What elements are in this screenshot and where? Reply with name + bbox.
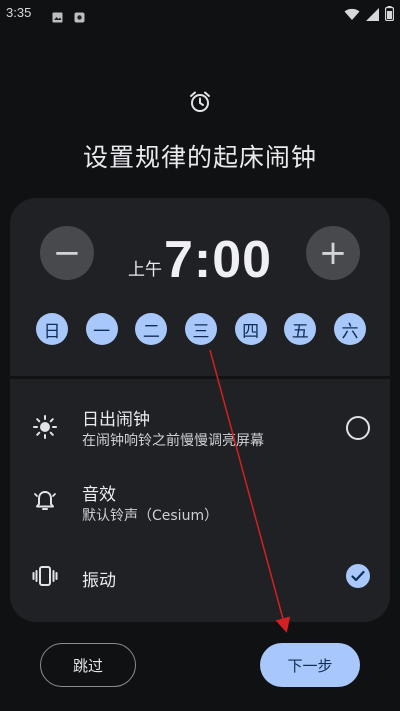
signal-icon [366, 6, 379, 25]
app-notification-icon [74, 8, 85, 23]
day-saturday[interactable]: 六 [333, 313, 366, 345]
increase-time-button[interactable]: + [306, 226, 360, 280]
day-friday[interactable]: 五 [284, 313, 317, 345]
alarm-clock-icon [188, 90, 212, 114]
alarm-settings-card: − 上午 7:00 + 日 一 二 三 四 五 六 日出闹钟 在闹钟响铃之前慢慢… [10, 198, 390, 622]
next-button[interactable]: 下一步 [260, 643, 360, 687]
plus-icon: + [318, 233, 348, 273]
sunrise-alarm-label: 日出闹钟 [82, 410, 150, 430]
decrease-time-button[interactable]: − [40, 226, 94, 280]
vibrate-icon [32, 563, 58, 589]
status-time: 3:35 [6, 5, 32, 20]
time-display[interactable]: 上午 7:00 [128, 220, 288, 290]
sunrise-alarm-radio[interactable] [346, 416, 370, 440]
day-thursday[interactable]: 四 [234, 313, 267, 345]
vibrate-checkbox[interactable] [346, 564, 370, 588]
sunrise-alarm-description: 在闹钟响铃之前慢慢调亮屏幕 [82, 433, 264, 449]
card-divider [10, 376, 390, 379]
ampm-label: 上午 [128, 260, 162, 280]
day-sunday[interactable]: 日 [36, 313, 68, 345]
minus-icon: − [52, 233, 82, 273]
battery-icon [384, 6, 395, 25]
day-tuesday[interactable]: 二 [135, 313, 168, 345]
weekday-selector: 日 一 二 三 四 五 六 [36, 313, 366, 347]
sound-row[interactable]: 音效 默认铃声（Cesium） [10, 476, 390, 532]
day-monday[interactable]: 一 [85, 313, 118, 345]
skip-button[interactable]: 跳过 [40, 643, 136, 687]
vibrate-row[interactable]: 振动 [10, 554, 390, 598]
sound-description: 默认铃声（Cesium） [82, 508, 219, 524]
photo-notification-icon [52, 8, 63, 23]
wifi-icon [344, 6, 360, 25]
bell-icon [32, 488, 58, 514]
sound-label: 音效 [82, 485, 116, 505]
page-title: 设置规律的起床闹钟 [82, 143, 317, 172]
vibrate-label: 振动 [82, 571, 116, 591]
check-icon [351, 570, 365, 582]
status-bar: 3:35 [0, 0, 400, 28]
sun-icon [32, 414, 58, 440]
sunrise-alarm-row[interactable]: 日出闹钟 在闹钟响铃之前慢慢调亮屏幕 [10, 398, 390, 454]
alarm-time: 7:00 [164, 231, 273, 289]
day-wednesday[interactable]: 三 [184, 313, 217, 345]
